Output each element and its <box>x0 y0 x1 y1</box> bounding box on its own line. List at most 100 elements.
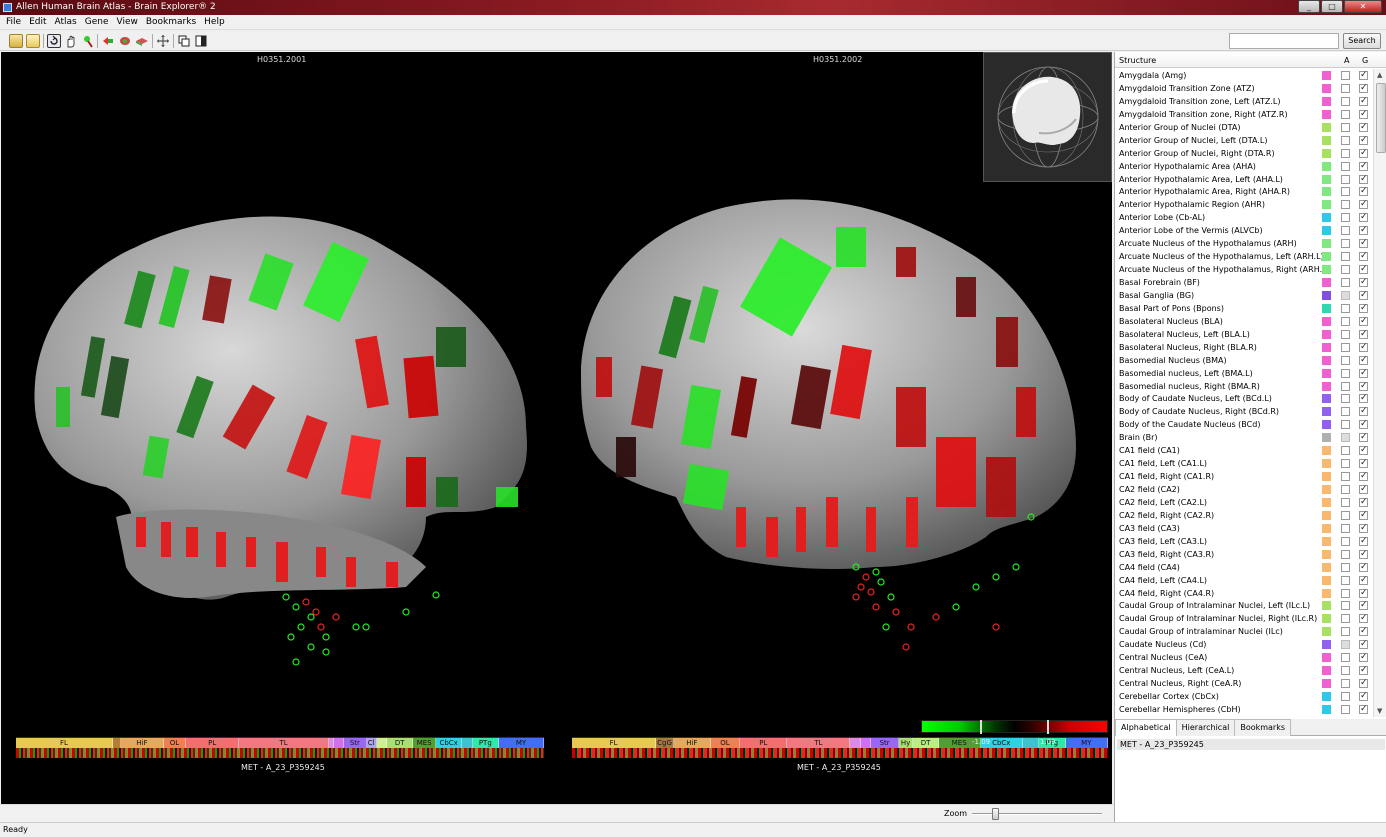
show-annotation-checkbox[interactable] <box>1341 329 1350 339</box>
column-a[interactable]: A <box>1344 56 1349 65</box>
structure-row[interactable]: Caudal Group of Intralaminar Nuclei, Rig… <box>1115 612 1373 625</box>
show-gene-checkbox[interactable] <box>1359 599 1368 612</box>
show-gene-checkbox[interactable] <box>1359 561 1368 574</box>
show-annotation-checkbox[interactable] <box>1341 485 1350 494</box>
structure-row[interactable]: Body of Caudate Nucleus, Right (BCd.R) <box>1115 405 1373 418</box>
show-annotation-checkbox[interactable] <box>1341 290 1350 300</box>
structure-row[interactable]: Caudal Group of intralaminar Nuclei (ILc… <box>1115 625 1373 638</box>
show-gene-checkbox[interactable] <box>1359 69 1368 82</box>
structure-row[interactable]: CA4 field (CA4) <box>1115 561 1373 574</box>
show-annotation-checkbox[interactable] <box>1341 200 1350 210</box>
show-gene-checkbox[interactable] <box>1359 250 1368 263</box>
show-annotation-checkbox[interactable] <box>1341 666 1350 676</box>
show-gene-checkbox[interactable] <box>1359 496 1368 509</box>
flat-brain-icon[interactable] <box>135 34 149 48</box>
show-annotation-checkbox[interactable] <box>1341 640 1350 650</box>
minimize-button[interactable]: _ <box>1298 0 1320 13</box>
structure-row[interactable]: Cerebellar Hemispheres (CbH) <box>1115 703 1373 716</box>
structure-row[interactable]: Body of the Caudate Nucleus (BCd) <box>1115 418 1373 431</box>
show-gene-checkbox[interactable] <box>1359 95 1368 108</box>
show-annotation-checkbox[interactable] <box>1341 161 1350 171</box>
structure-row[interactable]: Arcuate Nucleus of the Hypothalamus, Lef… <box>1115 250 1373 263</box>
structure-row[interactable]: Amygdaloid Transition Zone (ATZ) <box>1115 82 1373 95</box>
show-annotation-checkbox[interactable] <box>1341 679 1350 689</box>
scale-min-tick[interactable] <box>980 720 982 734</box>
show-gene-checkbox[interactable] <box>1359 690 1368 703</box>
show-gene-checkbox[interactable] <box>1359 224 1368 237</box>
scroll-up-icon[interactable]: ▲ <box>1377 71 1382 79</box>
green-brain-icon[interactable] <box>118 34 132 48</box>
show-annotation-checkbox[interactable] <box>1341 265 1350 275</box>
show-annotation-checkbox[interactable] <box>1341 226 1350 236</box>
structure-row[interactable]: Central Nucleus, Right (CeA.R) <box>1115 677 1373 690</box>
show-gene-checkbox[interactable] <box>1359 651 1368 664</box>
show-annotation-checkbox[interactable] <box>1341 420 1350 430</box>
zoom-slider-thumb[interactable] <box>992 808 1000 820</box>
left-region-strip[interactable]: FL HiF OL PL TL Str Cl DT MES CbCx PTg MY <box>16 737 544 758</box>
right-brain-render[interactable] <box>576 187 1086 667</box>
show-annotation-checkbox[interactable] <box>1341 83 1350 93</box>
menu-bookmarks[interactable]: Bookmarks <box>142 15 200 29</box>
show-gene-checkbox[interactable] <box>1359 548 1368 561</box>
show-gene-checkbox[interactable] <box>1359 367 1368 380</box>
show-gene-checkbox[interactable] <box>1359 625 1368 638</box>
structure-row[interactable]: Basomedial Nucleus (BMA) <box>1115 354 1373 367</box>
structure-row[interactable]: Anterior Hypothalamic Area, Left (AHA.L) <box>1115 173 1373 186</box>
menu-edit[interactable]: Edit <box>25 15 50 29</box>
show-gene-checkbox[interactable] <box>1359 263 1368 276</box>
structure-row[interactable]: Anterior Hypothalamic Area, Right (AHA.R… <box>1115 185 1373 198</box>
show-gene-checkbox[interactable] <box>1359 185 1368 198</box>
show-gene-checkbox[interactable] <box>1359 380 1368 393</box>
show-annotation-checkbox[interactable] <box>1341 394 1350 404</box>
structure-row[interactable]: CA3 field (CA3) <box>1115 522 1373 535</box>
show-annotation-checkbox[interactable] <box>1341 601 1350 611</box>
3d-viewport[interactable]: H0351.2001 H0351.2002 FL HiF OL PL TL St… <box>1 52 1112 804</box>
show-gene-checkbox[interactable] <box>1359 289 1368 302</box>
orientation-widget[interactable] <box>983 52 1112 182</box>
scale-max-tick[interactable] <box>1047 720 1049 734</box>
structure-row[interactable]: Brain (Br) <box>1115 431 1373 444</box>
structure-row[interactable]: Cerebellar Cortex (CbCx) <box>1115 690 1373 703</box>
structure-row[interactable]: Basal Forebrain (BF) <box>1115 276 1373 289</box>
show-annotation-checkbox[interactable] <box>1341 510 1350 520</box>
show-annotation-checkbox[interactable] <box>1341 96 1350 106</box>
tab-bookmarks[interactable]: Bookmarks <box>1234 719 1292 736</box>
show-gene-checkbox[interactable] <box>1359 173 1368 186</box>
show-gene-checkbox[interactable] <box>1359 483 1368 496</box>
structure-row[interactable]: Caudate Nucleus (Cd) <box>1115 638 1373 651</box>
show-annotation-checkbox[interactable] <box>1341 575 1350 585</box>
show-annotation-checkbox[interactable] <box>1341 174 1350 184</box>
structure-row[interactable]: Anterior Group of Nuclei, Left (DTA.L) <box>1115 134 1373 147</box>
show-gene-checkbox[interactable] <box>1359 160 1368 173</box>
show-gene-checkbox[interactable] <box>1359 354 1368 367</box>
structure-row[interactable]: CA2 field, Right (CA2.R) <box>1115 509 1373 522</box>
show-gene-checkbox[interactable] <box>1359 587 1368 600</box>
open-folder-icon[interactable] <box>9 34 23 48</box>
show-gene-checkbox[interactable] <box>1359 302 1368 315</box>
split-view-icon[interactable] <box>194 34 208 48</box>
right-region-strip[interactable]: FL CgG HiF OL PL TL Str Hy DT MES CbCx PTg MY <box>572 737 1108 758</box>
structure-row[interactable]: Basal Ganglia (BG) <box>1115 289 1373 302</box>
column-g[interactable]: G <box>1362 56 1368 65</box>
show-gene-checkbox[interactable] <box>1359 418 1368 431</box>
red-arrow-icon[interactable] <box>101 34 115 48</box>
show-annotation-checkbox[interactable] <box>1341 342 1350 352</box>
structure-row[interactable]: Amygdala (Amg) <box>1115 69 1373 82</box>
left-brain-render[interactable] <box>26 187 536 667</box>
show-gene-checkbox[interactable] <box>1359 134 1368 147</box>
show-annotation-checkbox[interactable] <box>1341 252 1350 262</box>
structure-row[interactable]: CA1 field, Left (CA1.L) <box>1115 457 1373 470</box>
show-annotation-checkbox[interactable] <box>1341 213 1350 223</box>
search-input[interactable] <box>1229 33 1339 49</box>
show-gene-checkbox[interactable] <box>1359 470 1368 483</box>
show-gene-checkbox[interactable] <box>1359 82 1368 95</box>
search-button[interactable]: Search <box>1343 33 1381 49</box>
structure-row[interactable]: Anterior Lobe (Cb-AL) <box>1115 211 1373 224</box>
scroll-down-icon[interactable]: ▼ <box>1377 707 1382 715</box>
structure-row[interactable]: Amygdaloid Transition zone, Left (ATZ.L) <box>1115 95 1373 108</box>
menu-atlas[interactable]: Atlas <box>51 15 81 29</box>
show-gene-checkbox[interactable] <box>1359 509 1368 522</box>
structure-row[interactable]: Basolateral Nucleus, Right (BLA.R) <box>1115 341 1373 354</box>
scroll-thumb[interactable] <box>1376 83 1386 153</box>
structure-row[interactable]: CA4 field, Left (CA4.L) <box>1115 574 1373 587</box>
